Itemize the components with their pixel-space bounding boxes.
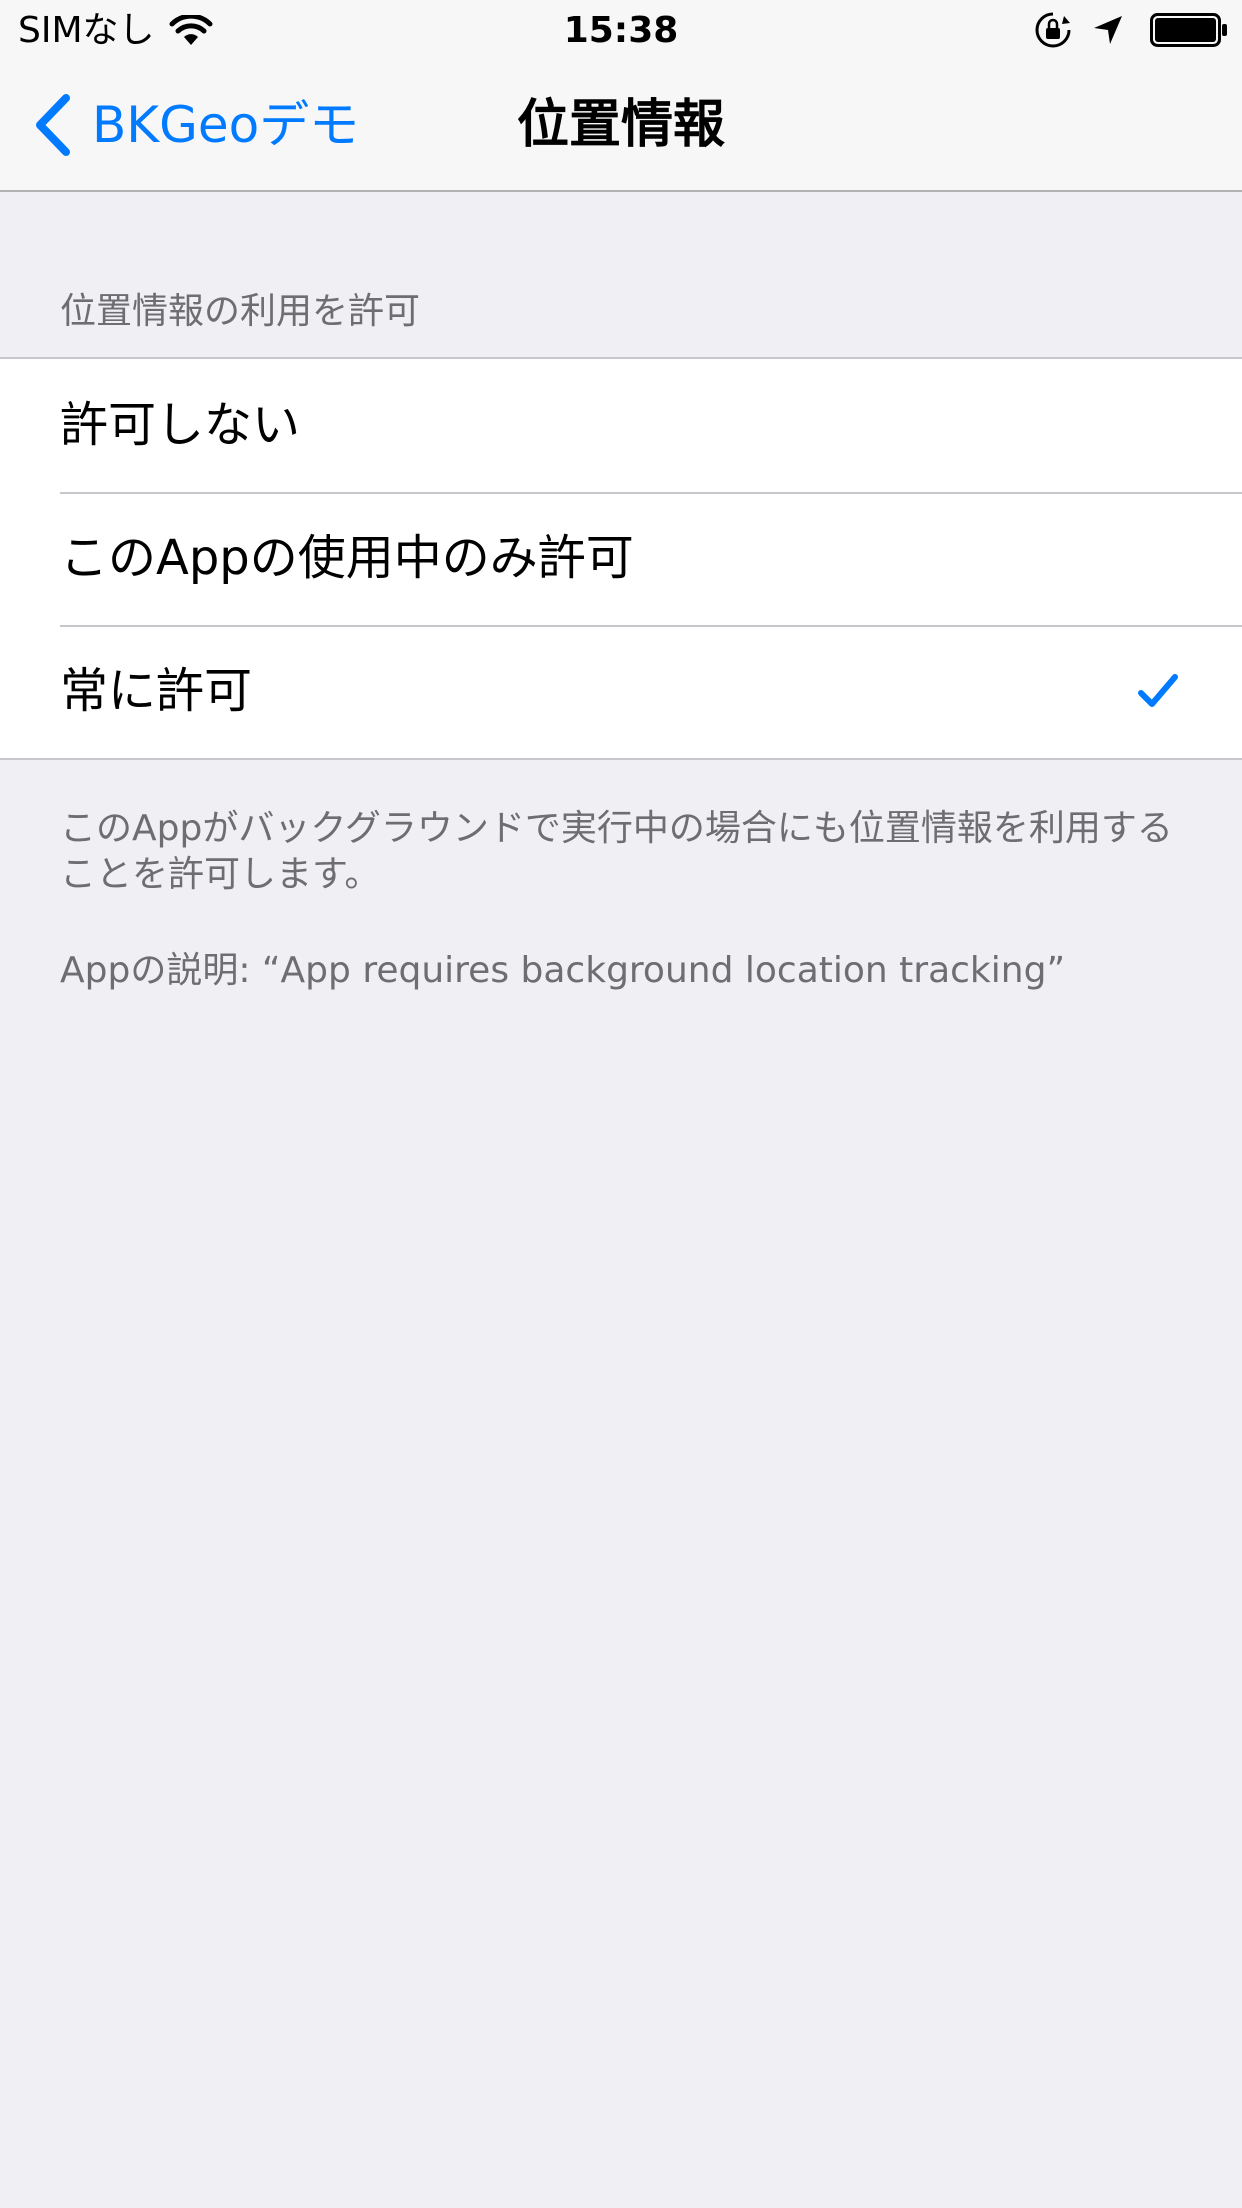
battery-icon [1150,13,1227,47]
option-label: 許可しない [60,397,301,453]
option-never[interactable]: 許可しない [0,359,1242,492]
status-icons [1034,12,1228,48]
location-permission-list: 許可しない このAppの使用中のみ許可 常に許可 [0,357,1242,760]
option-while-using[interactable]: このAppの使用中のみ許可 [0,492,1242,625]
orientation-lock-icon [1035,12,1071,48]
option-label: 常に許可 [60,663,253,719]
status-bar: SIMなし 15:38 [0,0,1242,60]
page-title: 位置情報 [516,95,725,155]
option-always[interactable]: 常に許可 [0,625,1242,758]
checkmark-icon [1138,674,1178,707]
app-usage-description: Appの説明: “App requires background locatio… [60,950,1066,991]
navigation-bar: BKGeoデモ 位置情報 [0,60,1242,192]
option-label: このAppの使用中のみ許可 [60,530,634,586]
section-header: 位置情報の利用を許可 [60,291,421,332]
location-arrow-icon [1094,16,1122,44]
section-footer: このAppがバックグラウンドで実行中の場合にも位置情報を利用することを許可します… [60,808,1173,895]
